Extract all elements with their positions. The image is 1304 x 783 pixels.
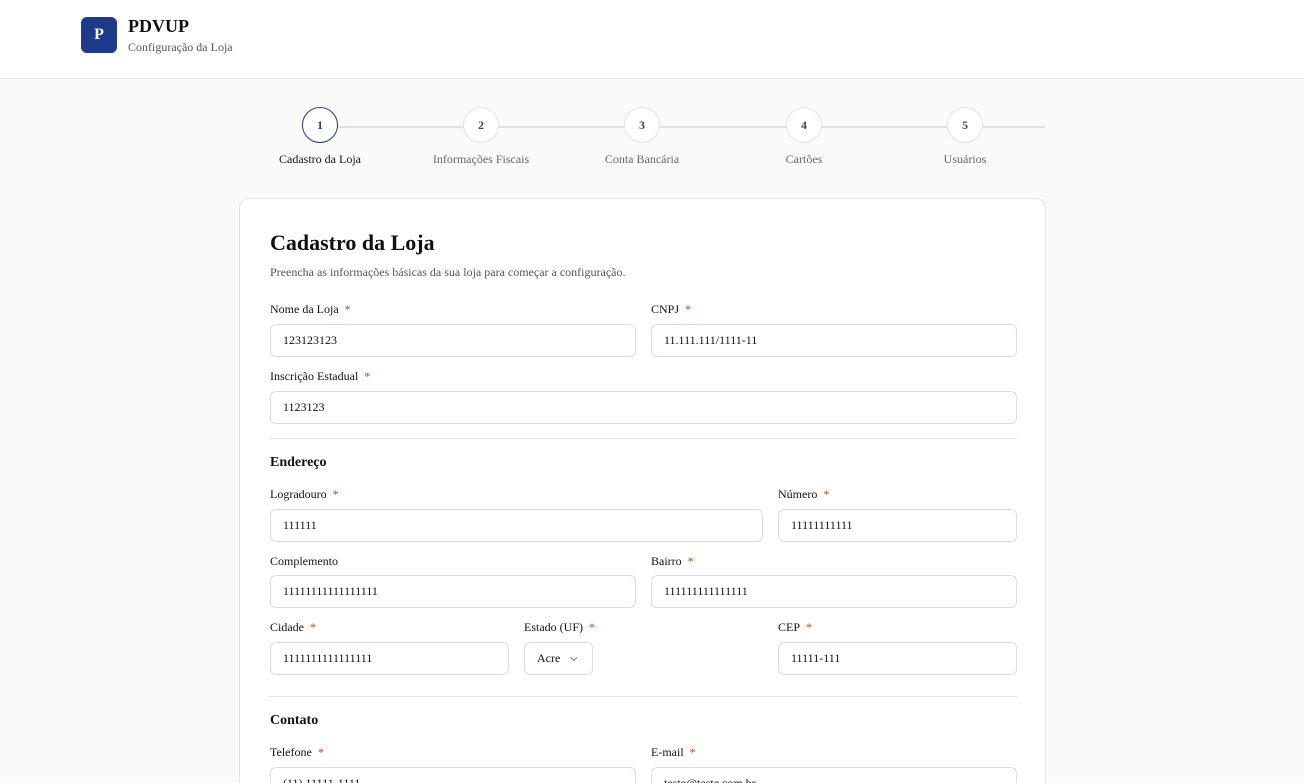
numero-input[interactable]: 11111111111: [778, 509, 1017, 542]
step-4-label: Cartões: [785, 152, 823, 166]
complemento-label: Complemento: [270, 554, 338, 568]
estado-label: Estado (UF) *: [524, 620, 595, 634]
required-mark: *: [364, 369, 371, 383]
store-form-card: Cadastro da Loja Preencha as informações…: [239, 198, 1046, 783]
inscricao-input[interactable]: 1123123: [270, 391, 1017, 424]
step-3-circle: 3: [624, 107, 660, 143]
required-mark: *: [806, 620, 813, 634]
step-3[interactable]: 3 Conta Bancária: [562, 107, 722, 167]
app-header: P PDVUP Configuração da Loja: [0, 0, 1304, 79]
bairro-input[interactable]: 111111111111111: [651, 575, 1017, 608]
cidade-label: Cidade *: [270, 620, 316, 634]
telefone-input[interactable]: (11) 11111-1111: [270, 767, 636, 783]
step-1-circle: 1: [302, 107, 338, 143]
chevron-down-icon: [570, 656, 578, 661]
required-mark: *: [689, 745, 696, 759]
required-mark: *: [589, 620, 595, 634]
step-2-circle: 2: [463, 107, 499, 143]
brand-name: PDVUP: [128, 16, 189, 36]
required-mark: *: [317, 745, 324, 759]
setup-stepper: 1 Cadastro da Loja 2 Informações Fiscais…: [239, 107, 1046, 177]
cep-label: CEP *: [778, 620, 813, 634]
step-5-circle: 5: [947, 107, 983, 143]
email-label: E-mail *: [651, 745, 696, 759]
step-2[interactable]: 2 Informações Fiscais: [401, 107, 561, 167]
step-3-label: Conta Bancária: [604, 152, 680, 166]
required-mark: *: [687, 554, 694, 568]
step-5[interactable]: 5 Usuários: [885, 107, 1045, 167]
form-subtitle: Preencha as informações básicas da sua l…: [270, 265, 626, 279]
section-divider: [270, 438, 1017, 439]
cnpj-input[interactable]: 11.111.111/1111-11: [651, 324, 1017, 357]
required-mark: *: [685, 302, 692, 316]
telefone-label: Telefone *: [270, 745, 324, 759]
contato-section-title: Contato: [270, 713, 319, 728]
estado-selected-value: Acre: [537, 651, 561, 665]
complemento-input[interactable]: 11111111111111111: [270, 575, 636, 608]
required-mark: *: [823, 487, 830, 501]
logradouro-input[interactable]: 111111: [270, 509, 763, 542]
brand-logo: P: [81, 17, 117, 53]
endereco-section-title: Endereço: [270, 455, 327, 470]
bairro-label: Bairro *: [651, 554, 694, 568]
step-4[interactable]: 4 Cartões: [724, 107, 884, 167]
required-mark: *: [332, 487, 339, 501]
step-5-label: Usuários: [943, 152, 987, 166]
nome-loja-label: Nome da Loja *: [270, 302, 351, 316]
cep-input[interactable]: 11111-111: [778, 642, 1017, 675]
logradouro-label: Logradouro *: [270, 487, 339, 501]
numero-label: Número *: [778, 487, 830, 501]
step-1[interactable]: 1 Cadastro da Loja: [240, 107, 400, 167]
step-4-circle: 4: [786, 107, 822, 143]
form-title: Cadastro da Loja: [270, 230, 435, 255]
email-input[interactable]: teste@teste.com.br: [651, 767, 1017, 783]
inscricao-label: Inscrição Estadual *: [270, 369, 371, 383]
required-mark: *: [344, 302, 351, 316]
estado-select[interactable]: Acre: [524, 642, 593, 675]
step-1-label: Cadastro da Loja: [279, 152, 361, 166]
nome-loja-input[interactable]: 123123123: [270, 324, 636, 357]
step-2-label: Informações Fiscais: [432, 152, 530, 166]
cidade-input[interactable]: 1111111111111111: [270, 642, 509, 675]
cnpj-label: CNPJ *: [651, 302, 692, 316]
section-divider: [270, 696, 1017, 697]
brand-subtitle: Configuração da Loja: [128, 40, 233, 54]
required-mark: *: [310, 620, 316, 634]
